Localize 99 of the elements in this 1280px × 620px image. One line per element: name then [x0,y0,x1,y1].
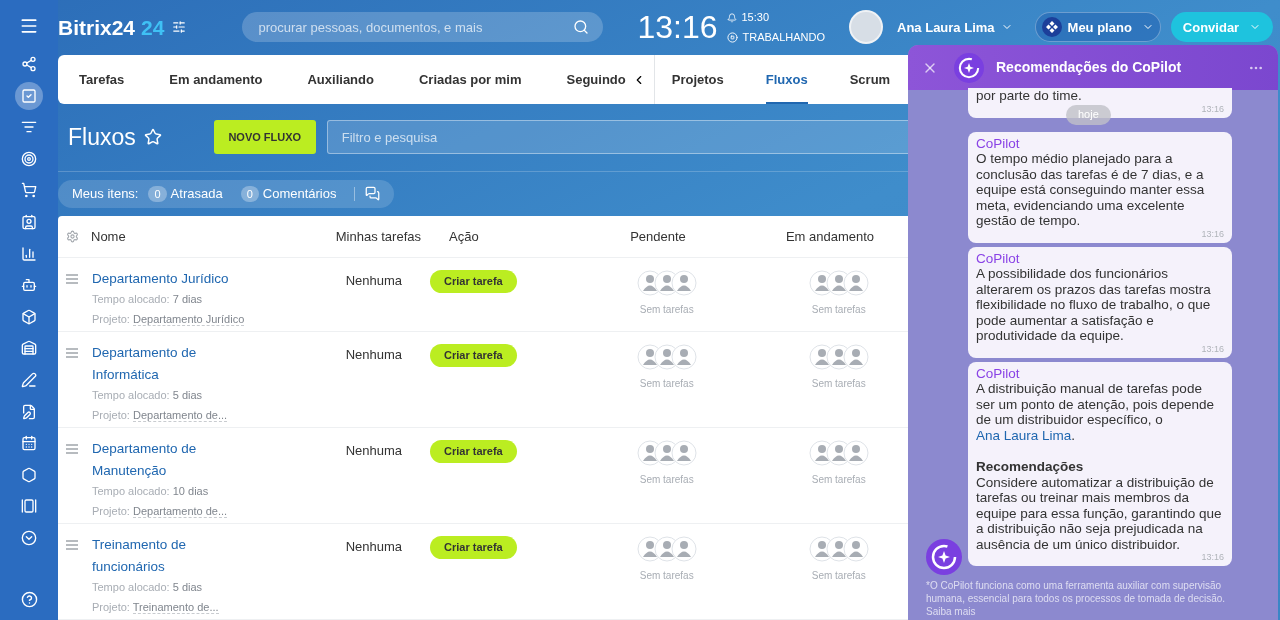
message-sender: CoPilot [976,135,1021,151]
message-sender: CoPilot [976,365,1021,381]
project-label: Projeto: [92,600,130,613]
tab[interactable]: Tarefas [79,54,125,105]
sidebar-icon[interactable] [15,81,43,110]
copilot-logo-icon [954,52,984,83]
avatar-placeholder[interactable] [849,10,883,45]
user-menu[interactable]: Ana Laura Lima [897,17,1013,38]
clock: 13:16 [637,8,718,48]
create-task-button[interactable]: Criar tarefa [430,344,517,367]
avatars-placeholder-icon [808,440,869,466]
drag-handle-icon[interactable] [66,348,78,358]
message-sender: CoPilot [976,250,1021,266]
flow-name-link[interactable]: Departamento de Manutenção [92,438,242,482]
column-header[interactable]: Pendente [579,226,737,247]
project-label: Projeto: [92,312,130,325]
logo-number: 24 [141,14,165,41]
avatars-placeholder-icon [636,440,697,466]
flow-name-link[interactable]: Treinamento de funcionários [92,534,242,578]
time-label: Tempo alocado: [92,581,170,593]
settings-icon[interactable] [172,20,187,35]
message-text: por parte do time. [976,88,1083,104]
time-label: Tempo alocado: [92,293,170,305]
alarm-time: 15:30 [741,10,769,26]
empty-status: Sem tarefas [639,569,694,583]
page-title: Fluxos [68,123,136,153]
avatars-placeholder-icon [636,270,697,296]
tab[interactable]: Auxiliando [307,54,374,105]
panel-title: Recomendações do CoPilot [996,58,1182,77]
avatars-placeholder-icon [808,536,869,562]
message-time: 13:16 [1200,343,1224,354]
avatars-placeholder-icon [808,344,869,370]
project-link[interactable]: Departamento Jurídico [133,312,245,326]
empty-status: Sem tarefas [639,303,694,317]
chat-icon[interactable] [365,186,381,202]
project-link[interactable]: Treinamento de... [132,600,219,614]
my-tasks-value: Nenhuma [344,538,402,556]
message-text: A possibilidade dos funcionários alterarem os prazos das tarefas mostra flexibilidade no fluxo de trabalho, o que pode aumentar a satisfação e produtividade da equipe. [976,266,1212,344]
message-time: 13:16 [1200,228,1224,239]
empty-status: Sem tarefas [811,569,866,583]
my-tasks-value: Nenhuma [344,346,402,364]
help-icon[interactable] [20,591,38,608]
avatars-placeholder-icon [636,344,697,370]
tab[interactable]: Criadas por mim [418,54,522,105]
search-icon[interactable] [573,19,590,36]
message-heading: Recomendações [976,459,1085,475]
create-task-button[interactable]: Criar tarefa [430,270,517,293]
column-header[interactable]: Minhas tarefas [301,226,421,247]
tab[interactable]: Seguindo [566,54,626,105]
flow-name-link[interactable]: Departamento de Informática [92,342,242,386]
project-label: Projeto: [92,504,130,517]
column-header[interactable]: Ação [449,226,579,247]
avatars-placeholder-icon [636,536,697,562]
message-text: A distribuição manual de tarefas pode ser um ponto de atenção, pois depende de um distribuidor específico, o Ana Laura Lima. [976,381,1215,443]
project-label: Projeto: [92,408,130,421]
my-tasks-value: Nenhuma [344,442,402,460]
diamond-icon [1045,21,1058,34]
column-header[interactable]: Em andamento [765,226,895,247]
avatars-placeholder-icon [808,270,869,296]
drag-handle-icon[interactable] [66,274,78,284]
flow-name-link[interactable]: Departamento Jurídico [92,268,242,290]
copilot-avatar-icon [926,539,962,575]
time-label: Tempo alocado: [92,485,170,497]
tab[interactable]: Scrum [849,54,891,105]
message-text: Considere automatizar a distribuição de tarefas ou treinar mais membros da equipe para essa função, garantindo que a distribuição não seja prejudicada na ausência de um único distribuidor. [976,474,1223,552]
empty-status: Sem tarefas [811,377,866,391]
tab[interactable]: Em andamento [169,54,263,105]
message-text: O tempo médio planejado para a conclusão das tarefas é de 7 dias, e a equipe está conseguindo manter essa meta, evidenciando uma excelente gestão de tempo. [976,151,1206,229]
work-status: TRABALHANDO [742,29,825,45]
time-value: 10 dias [172,485,209,497]
message-time: 13:16 [1200,552,1224,562]
time-value: 5 dias [172,581,203,593]
empty-status: Sem tarefas [639,377,694,391]
empty-status: Sem tarefas [811,303,866,317]
bell-icon [727,12,738,23]
create-task-button[interactable]: Criar tarefa [430,440,517,463]
project-link[interactable]: Departamento de... [133,408,228,422]
star-icon[interactable] [143,128,162,147]
empty-status: Sem tarefas [811,473,866,487]
empty-status: Sem tarefas [639,473,694,487]
project-link[interactable]: Departamento de... [133,504,228,518]
column-header[interactable]: Nome [91,226,301,247]
create-task-button[interactable]: Criar tarefa [430,536,517,559]
time-value: 5 dias [172,389,203,401]
logo: Bitrix24 [58,14,136,41]
my-tasks-value: Nenhuma [344,272,402,290]
message-time: 13:16 [1200,103,1224,114]
drag-handle-icon[interactable] [66,540,78,550]
counters-label: Meus itens: [72,185,139,204]
stop-icon [727,31,739,43]
disclaimer-text: *O CoPilot funciona como uma ferramenta auxiliar com supervisão humana, essencial para todos os processos de tomada de decisão. [926,580,1226,604]
drag-handle-icon[interactable] [66,444,78,454]
time-label: Tempo alocado: [92,389,170,401]
tab[interactable]: Fluxos [765,54,808,105]
tab[interactable]: Projetos [671,54,724,105]
menu-icon[interactable] [19,16,39,36]
time-value: 7 dias [172,293,203,305]
new-flow-button[interactable]: NOVO FLUXO [213,120,316,155]
plan-button[interactable]: Meu plano [1034,12,1161,43]
